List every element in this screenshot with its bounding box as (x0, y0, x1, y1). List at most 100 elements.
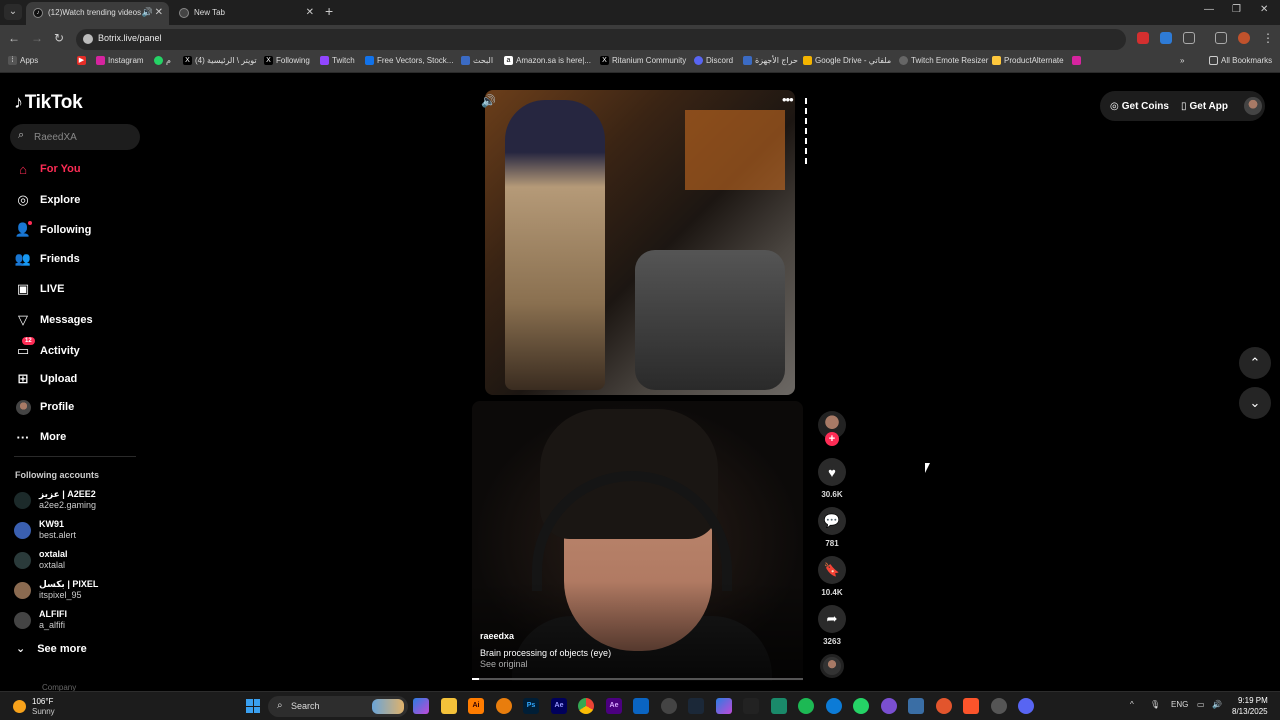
app-icon[interactable] (991, 698, 1007, 714)
discord-icon[interactable] (1018, 698, 1034, 714)
bookmark-following[interactable]: X Following (264, 56, 310, 65)
all-bookmarks-folder[interactable]: All Bookmarks (1209, 56, 1272, 65)
see-original-link[interactable]: See original (480, 659, 528, 669)
follow-plus-icon[interactable]: + (825, 432, 839, 446)
tab-search-button[interactable]: ⌄ (4, 4, 22, 20)
blender-icon[interactable] (496, 698, 512, 714)
bookmark-icon[interactable]: 🔖 (818, 556, 846, 584)
brave-icon[interactable] (963, 698, 979, 714)
back-arrow-icon[interactable]: ← (8, 31, 20, 45)
comment-icon[interactable]: 💬 (818, 507, 846, 535)
network-icon[interactable]: ▭ (1197, 700, 1205, 709)
volume-icon[interactable]: 🔊 (1212, 700, 1222, 709)
audio-playing-icon[interactable]: 🔊 (142, 2, 153, 23)
after-effects-icon[interactable]: Ae (551, 698, 567, 714)
file-explorer-icon[interactable] (441, 698, 457, 714)
heart-icon[interactable]: ♥ (818, 458, 846, 486)
following-account-item[interactable]: بكسل | PIXEL itspixel_95 (14, 577, 98, 603)
profile-avatar[interactable] (1244, 97, 1262, 115)
site-info-icon[interactable] (83, 34, 93, 44)
bookmark-emote-resizer[interactable]: Twitch Emote Resizer (899, 56, 988, 65)
close-tab-icon[interactable]: ✕ (155, 2, 163, 23)
close-window-icon[interactable]: ✕ (1260, 4, 1268, 15)
get-coins-button[interactable]: ◎ Get Coins (1110, 101, 1169, 112)
app-icon[interactable] (908, 698, 924, 714)
next-video-chevron-down-icon[interactable]: ⌄ (1239, 387, 1271, 419)
video-author[interactable]: raeedxa (480, 631, 514, 641)
bookmark-youtube[interactable]: ▶ (77, 56, 89, 65)
clock-time[interactable]: 9:19 PM (1238, 696, 1268, 705)
media-control-icon[interactable] (1215, 32, 1227, 44)
spotify-icon[interactable] (798, 698, 814, 714)
get-app-button[interactable]: ▯ Get App (1181, 101, 1228, 112)
bookmark-whatsapp[interactable]: م (154, 56, 171, 65)
tiktok-logo[interactable]: ♪ TikTok (14, 92, 83, 114)
edge-icon[interactable] (826, 698, 842, 714)
reload-icon[interactable]: ↻ (54, 31, 64, 45)
new-tab-button[interactable]: + (325, 3, 333, 19)
nav-live[interactable]: ▣ LIVE (14, 277, 65, 301)
bookmark-instagram[interactable]: Instagram (96, 56, 144, 65)
after-effects-beta-icon[interactable]: Ae (606, 698, 622, 714)
copilot-icon[interactable] (716, 698, 732, 714)
volume-icon[interactable]: 🔊 (481, 94, 496, 108)
nav-for-you[interactable]: ⌂ For You (14, 157, 80, 181)
current-video[interactable] (472, 401, 803, 681)
tab-new-tab[interactable]: New Tab ✕ (172, 2, 320, 25)
search-input[interactable] (34, 128, 134, 146)
video-scrollbar[interactable] (805, 98, 807, 168)
nav-profile[interactable]: Profile (14, 395, 74, 419)
nav-friends[interactable]: 👥 Friends (14, 247, 80, 271)
bookmark-ritanium[interactable]: X Ritanium Community (600, 56, 686, 65)
app-icon[interactable] (771, 698, 787, 714)
sun-icon[interactable] (13, 700, 26, 713)
previous-video-chevron-up-icon[interactable]: ⌃ (1239, 347, 1271, 379)
microphone-icon[interactable]: 🎙 (1150, 700, 1160, 709)
nav-messages[interactable]: ▽ Messages (14, 308, 93, 332)
following-account-item[interactable]: oxtalal oxtalal (14, 547, 68, 573)
search-icon[interactable]: ⌕ (18, 129, 24, 142)
taskbar-search[interactable]: ⌕ Search (268, 696, 408, 717)
outlook-icon[interactable] (633, 698, 649, 714)
bookmark-productalternate[interactable]: ProductAlternate (992, 56, 1064, 65)
share-action[interactable]: ➦ 3263 (818, 605, 846, 646)
forward-arrow-icon[interactable]: → (31, 31, 43, 45)
steam-icon[interactable] (688, 698, 704, 714)
extension-icon[interactable] (1160, 32, 1172, 44)
following-account-item[interactable]: ALFIFI a_alfifi (14, 607, 67, 633)
tab-tiktok[interactable]: ♪ (12)Watch trending videos 🔊 ✕ (26, 2, 169, 25)
illustrator-icon[interactable]: Ai (468, 698, 484, 714)
company-link[interactable]: Company (42, 683, 76, 691)
weather-temperature[interactable]: 106°F (32, 697, 53, 706)
nav-following[interactable]: 👤 Following (14, 218, 91, 242)
app-icon[interactable] (881, 698, 897, 714)
nav-more[interactable]: ··· More (14, 425, 67, 449)
bookmark-amazon[interactable]: a Amazon.sa is here|... (504, 56, 591, 65)
following-account-item[interactable]: KW91 best.alert (14, 517, 76, 543)
whatsapp-icon[interactable] (853, 698, 869, 714)
bookmark-instagram-2[interactable] (1072, 56, 1084, 65)
chrome-menu-icon[interactable]: ⋮ (1262, 31, 1274, 45)
bookmark-twitch[interactable]: Twitch (320, 56, 355, 65)
copilot-icon[interactable] (413, 698, 429, 714)
nav-explore[interactable]: ◎ Explore (14, 188, 80, 212)
extensions-puzzle-icon[interactable] (1183, 32, 1195, 44)
profile-avatar-icon[interactable] (1238, 32, 1250, 44)
previous-video[interactable] (485, 90, 795, 395)
bookmark-google-drive[interactable]: Google Drive - ملفاتي (803, 56, 891, 65)
video-progress-bar[interactable] (472, 678, 803, 680)
nav-activity[interactable]: ▭ 12 Activity (14, 337, 80, 363)
clock-date[interactable]: 8/13/2025 (1232, 707, 1268, 716)
like-action[interactable]: ♥ 30.6K (818, 458, 846, 499)
bookmark-apps[interactable]: ⁞ Apps (8, 56, 38, 65)
share-arrow-icon[interactable]: ➦ (818, 605, 846, 633)
windows-start-icon[interactable] (246, 699, 260, 713)
more-options-icon[interactable]: ••• (782, 92, 794, 107)
bookmark-twitter-home[interactable]: X تويتر \ الرئيسية (4) (183, 56, 257, 65)
app-icon[interactable] (661, 698, 677, 714)
music-disc-icon[interactable] (820, 654, 844, 678)
address-bar[interactable]: Botrix.live/panel (76, 29, 1126, 50)
bookmarks-overflow-icon[interactable]: » (1180, 56, 1184, 65)
following-account-item[interactable]: عزيز | A2EE2 a2ee2.gaming (14, 487, 96, 513)
minimize-icon[interactable]: — (1204, 4, 1214, 15)
